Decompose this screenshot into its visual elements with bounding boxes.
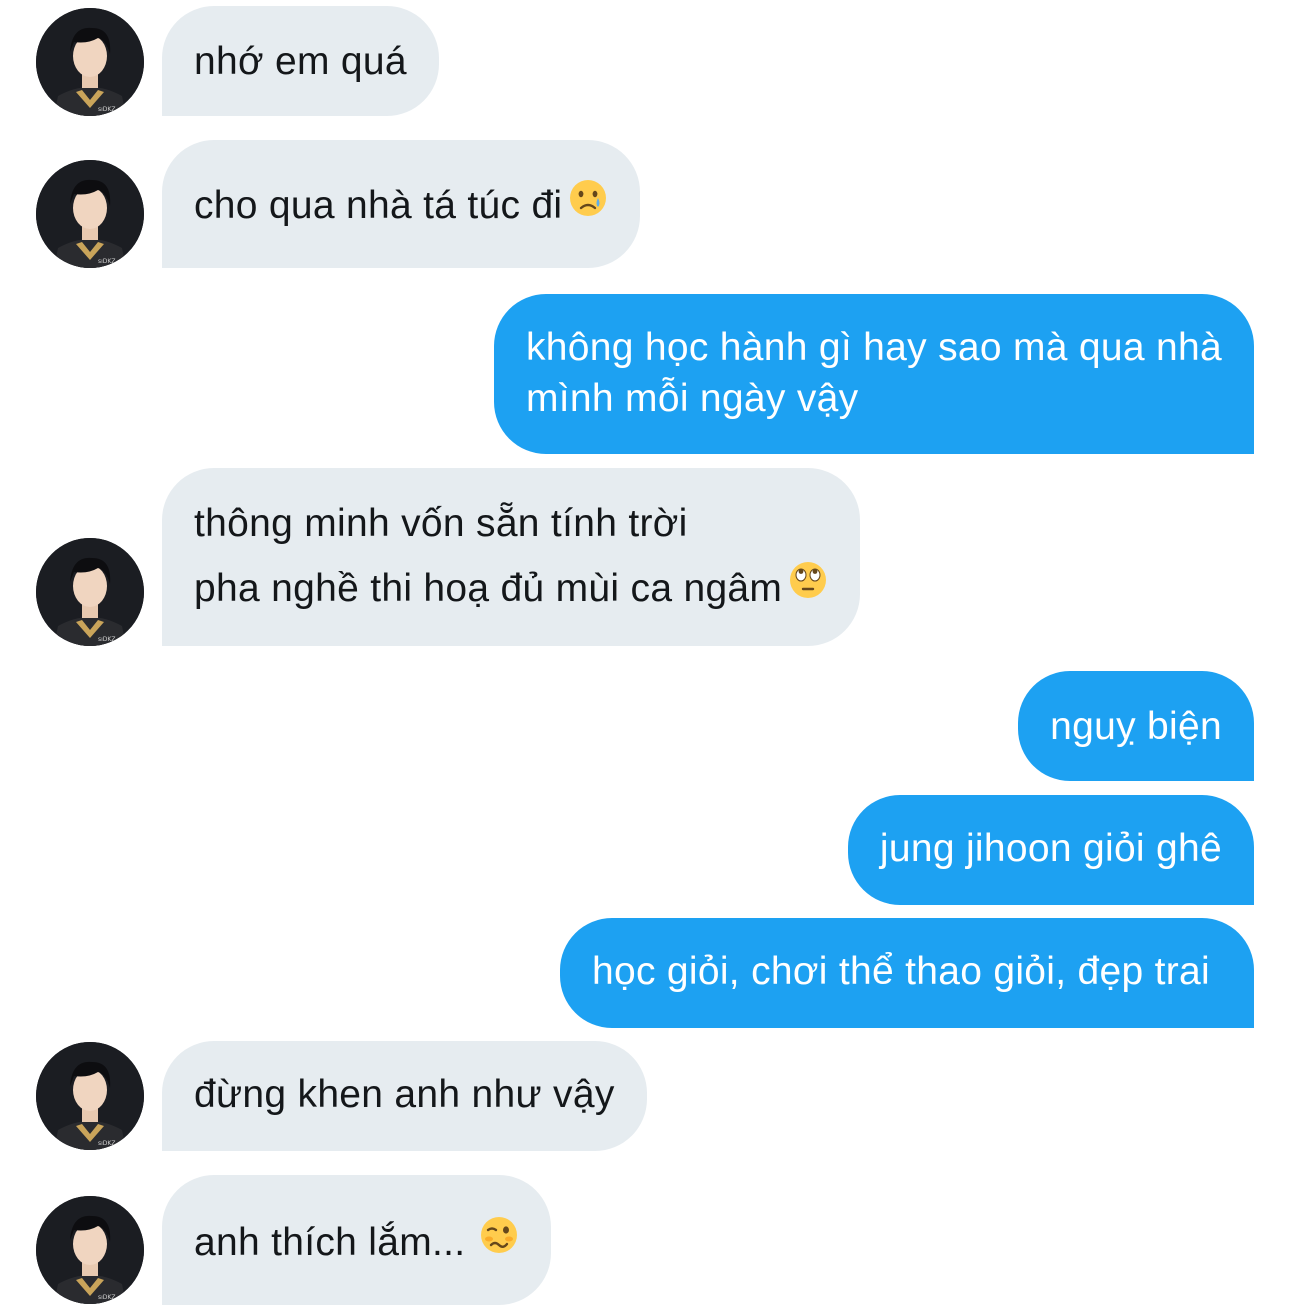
avatar-badge-text: sıDKZ: [98, 1140, 115, 1147]
message-bubble-incoming[interactable]: anh thích lắm...: [162, 1175, 552, 1305]
message-text: thông minh vốn sẵn tính trời: [194, 502, 688, 545]
avatar-badge-text: sıDKZ: [98, 258, 115, 265]
message-bubble-incoming[interactable]: đừng khen anh như vậy: [162, 1041, 647, 1151]
crying-face-icon: [568, 178, 608, 231]
avatar-badge-text: sıDKZ: [98, 106, 115, 113]
contact-avatar[interactable]: sıDKZ: [36, 8, 144, 116]
message-text-line: cho qua nhà tá túc đi: [194, 180, 608, 234]
message-text: đừng khen anh như vậy: [194, 1073, 615, 1116]
message-bubble-outgoing[interactable]: không học hành gì hay sao mà qua nhà mìn…: [494, 294, 1254, 454]
contact-avatar[interactable]: sıDKZ: [36, 538, 144, 646]
message-bubble-outgoing[interactable]: jung jihoon giỏi ghê: [847, 795, 1254, 905]
message-text: mình mỗi ngày vậy: [526, 377, 859, 420]
message-bubble-incoming[interactable]: cho qua nhà tá túc đi: [162, 140, 641, 268]
message-text-line: anh thích lắm...: [194, 1217, 519, 1271]
message-text-line: pha nghề thi hoạ đủ mùi ca ngâm: [194, 549, 828, 631]
contact-avatar[interactable]: sıDKZ: [36, 1196, 144, 1304]
message-text: nguỵ biện: [1050, 705, 1222, 748]
message-bubble-incoming[interactable]: thông minh vốn sẵn tính trời pha nghề th…: [162, 468, 861, 646]
woozy-face-icon: [479, 1215, 519, 1268]
eye-roll-face-icon: [788, 548, 828, 628]
contact-avatar[interactable]: sıDKZ: [36, 1042, 144, 1150]
message-text: nhớ em quá: [194, 40, 407, 83]
message-text: học giỏi, chơi thể thao giỏi, đẹp trai: [591, 950, 1210, 993]
message-text: cho qua nhà tá túc đi: [194, 184, 563, 227]
avatar-badge-text: sıDKZ: [98, 1294, 115, 1301]
message-text: anh thích lắm...: [194, 1221, 466, 1264]
contact-avatar[interactable]: sıDKZ: [36, 160, 144, 268]
avatar-badge-text: sıDKZ: [98, 636, 115, 643]
message-bubble-outgoing[interactable]: nguỵ biện: [1018, 671, 1254, 781]
message-text: jung jihoon giỏi ghê: [879, 827, 1222, 870]
message-text: không học hành gì hay sao mà qua nhà: [526, 326, 1222, 369]
message-bubble-incoming[interactable]: nhớ em quá: [162, 6, 439, 116]
message-bubble-outgoing[interactable]: học giỏi, chơi thể thao giỏi, đẹp trai: [559, 918, 1254, 1028]
message-text: pha nghề thi hoạ đủ mùi ca ngâm: [194, 567, 783, 610]
